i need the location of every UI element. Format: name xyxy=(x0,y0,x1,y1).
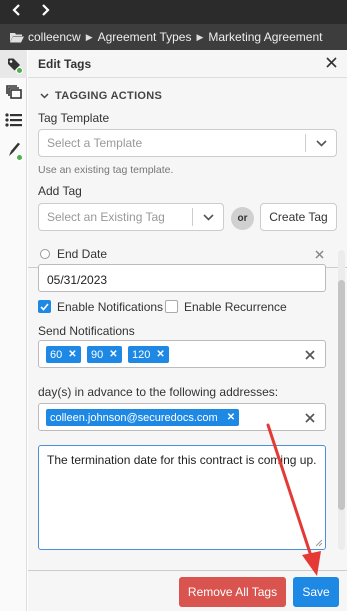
checkmark-icon xyxy=(40,302,49,311)
tagging-actions-toggle[interactable]: TAGGING ACTIONS xyxy=(40,90,162,102)
day-chip-120: 120 ✕ xyxy=(128,346,169,363)
rail-item-versions[interactable] xyxy=(0,78,27,106)
breadcrumb-item-marketing-agreement[interactable]: Marketing Agreement xyxy=(208,30,322,44)
tag-template-help: Use an existing tag template. xyxy=(38,164,174,176)
notification-message-text: The termination date for this contract i… xyxy=(47,453,317,467)
section-title: TAGGING ACTIONS xyxy=(55,90,163,102)
end-date-label: End Date xyxy=(57,247,108,261)
tag-template-placeholder: Select a Template xyxy=(47,136,143,150)
breadcrumb-item-agreement-types[interactable]: Agreement Types xyxy=(98,30,192,44)
rail-item-list[interactable] xyxy=(0,106,27,134)
close-icon[interactable] xyxy=(326,56,337,72)
rail-item-tags[interactable] xyxy=(0,50,27,78)
day-chip-label: 90 xyxy=(91,348,104,361)
remove-all-tags-button[interactable]: Remove All Tags xyxy=(179,577,286,607)
enable-recurrence-checkbox[interactable] xyxy=(165,300,178,313)
tag-template-label: Tag Template xyxy=(38,111,110,125)
address-chip: colleen.johnson@securedocs.com ✕ xyxy=(46,409,240,426)
chevron-down-icon xyxy=(40,93,49,99)
notification-addresses-input[interactable]: colleen.johnson@securedocs.com ✕ xyxy=(38,403,326,431)
remove-chip-icon[interactable]: ✕ xyxy=(68,349,76,360)
add-tag-label: Add Tag xyxy=(38,184,82,198)
end-date-value: 05/31/2023 xyxy=(47,273,108,287)
chevron-left-icon[interactable] xyxy=(10,4,24,20)
notification-days-input[interactable]: 60 ✕ 90 ✕ 120 ✕ xyxy=(38,340,326,368)
chevron-down-icon[interactable] xyxy=(306,139,336,147)
resize-handle-icon[interactable] xyxy=(315,539,323,547)
addresses-label: day(s) in advance to the following addre… xyxy=(38,385,279,399)
status-dot xyxy=(16,154,23,161)
enable-recurrence-label: Enable Recurrence xyxy=(184,300,287,314)
add-tag-select[interactable]: Select an Existing Tag xyxy=(38,203,224,231)
top-nav-bar xyxy=(0,0,347,24)
save-button[interactable]: Save xyxy=(293,577,339,607)
panel-footer: Remove All Tags Save xyxy=(28,570,347,611)
panel-header: Edit Tags xyxy=(28,50,347,78)
breadcrumb-item-user[interactable]: colleencw xyxy=(28,30,81,44)
send-notifications-label: Send Notifications xyxy=(38,324,135,338)
chevron-right-icon[interactable] xyxy=(38,4,52,20)
side-rail xyxy=(0,50,27,611)
panel-title: Edit Tags xyxy=(38,56,92,71)
or-badge: or xyxy=(231,207,254,230)
tag-template-select[interactable]: Select a Template xyxy=(38,129,337,157)
stack-icon xyxy=(5,85,22,99)
list-icon xyxy=(4,113,22,127)
chevron-down-icon[interactable] xyxy=(193,213,223,221)
notification-message-textarea[interactable]: The termination date for this contract i… xyxy=(38,445,326,550)
end-date-input[interactable]: 05/31/2023 xyxy=(38,264,326,292)
remove-chip-icon[interactable]: ✕ xyxy=(156,349,164,360)
day-chip-label: 120 xyxy=(132,348,151,361)
remove-chip-icon[interactable]: ✕ xyxy=(227,412,235,423)
breadcrumb: colleencw ▶ Agreement Types ▶ Marketing … xyxy=(0,24,347,50)
clear-days-icon[interactable] xyxy=(305,348,315,362)
day-chip-60: 60 ✕ xyxy=(46,346,81,363)
remove-chip-icon[interactable]: ✕ xyxy=(109,349,117,360)
enable-notifications-label: Enable Notifications xyxy=(57,300,164,314)
address-chip-label: colleen.johnson@securedocs.com xyxy=(50,411,218,424)
create-tag-button[interactable]: Create Tag xyxy=(260,203,337,231)
breadcrumb-separator-icon: ▶ xyxy=(196,31,204,42)
status-dot xyxy=(16,67,23,74)
end-date-radio[interactable] xyxy=(40,249,50,259)
rail-item-sign[interactable] xyxy=(0,136,27,164)
day-chip-90: 90 ✕ xyxy=(87,346,122,363)
folder-open-icon xyxy=(10,32,24,42)
day-chip-label: 60 xyxy=(50,348,63,361)
enable-notifications-checkbox[interactable] xyxy=(38,300,51,313)
tag-details-scroll-area[interactable]: End Date 05/31/2023 Enable Notifications… xyxy=(28,240,347,570)
scrollbar-thumb[interactable] xyxy=(338,280,345,510)
remove-end-date-icon[interactable] xyxy=(315,247,324,261)
breadcrumb-separator-icon: ▶ xyxy=(85,31,93,42)
clear-addresses-icon[interactable] xyxy=(305,411,315,425)
add-tag-placeholder: Select an Existing Tag xyxy=(47,210,165,224)
edit-tags-panel: Edit Tags TAGGING ACTIONS Tag Template S… xyxy=(28,50,347,611)
